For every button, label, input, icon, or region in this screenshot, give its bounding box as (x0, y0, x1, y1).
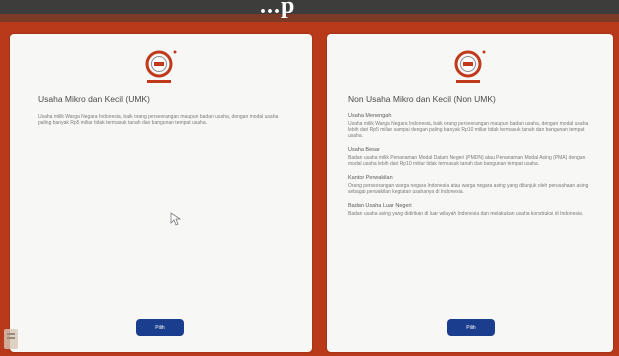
umk-description: Usaha milik Warga Negara Indonesia, baik… (38, 114, 279, 126)
select-non-umk-button[interactable]: Pilih (447, 319, 495, 336)
section-body: Orang perseorangan warga negara Indonesi… (348, 183, 589, 195)
section-body: Badan usaha asing yang didirikan di luar… (348, 211, 584, 217)
umk-option-card: Usaha Mikro dan Kecil (UMK) Usaha milik … (10, 34, 312, 352)
section-body: Badan usaha milik Penanaman Modal Dalam … (348, 155, 586, 167)
section-usaha-besar: Usaha Besar Badan usaha milik Penanaman … (348, 147, 600, 167)
section-usaha-menengah: Usaha Menengah Usaha milik Warga Negara … (348, 113, 600, 139)
section-title: Badan Usaha Luar Negeri (348, 203, 412, 209)
section-title: Usaha Menengah (348, 113, 392, 119)
non-umk-heading: Non Usaha Mikro dan Kecil (Non UMK) (348, 94, 496, 104)
umk-heading: Usaha Mikro dan Kecil (UMK) (38, 94, 150, 104)
business-logo-icon (454, 50, 486, 83)
section-body: Usaha milik Warga Negara Indonesia, baik… (348, 121, 589, 139)
non-umk-sections: Usaha Menengah Usaha milik Warga Negara … (348, 113, 600, 225)
section-kantor-perwakilan: Kantor Perwakilan Orang perseorangan war… (348, 175, 600, 195)
banner-title: ...p (260, 0, 296, 19)
section-title: Usaha Besar (348, 147, 380, 153)
select-umk-button[interactable]: Pilih (136, 319, 184, 336)
corner-widget-icon (4, 329, 18, 349)
section-title: Kantor Perwakilan (348, 175, 393, 181)
business-logo-icon (145, 50, 177, 83)
section-badan-usaha-luar-negeri: Badan Usaha Luar Negeri Badan usaha asin… (348, 203, 600, 217)
top-banner: ...p (0, 0, 619, 22)
mouse-cursor-icon (170, 212, 182, 226)
non-umk-option-card: Non Usaha Mikro dan Kecil (Non UMK) Usah… (327, 34, 613, 352)
